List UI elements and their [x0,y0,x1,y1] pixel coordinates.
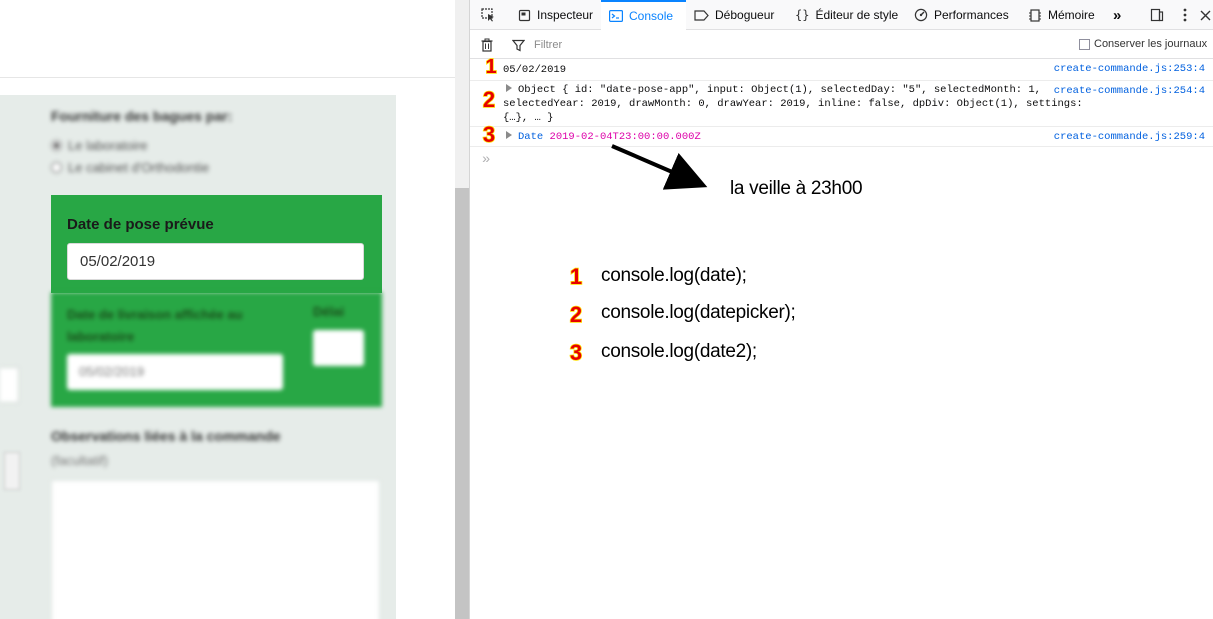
persist-logs-checkbox[interactable] [1079,38,1090,50]
inspector-icon [518,9,531,21]
date-livraison-input[interactable]: 05/02/2019 [67,354,283,390]
observations-subtitle: (facultatif) [51,453,109,468]
log-date-prefix: Date [518,131,544,143]
tab-editeur-style[interactable]: {} Éditeur de style [795,0,898,30]
tab-inspecteur[interactable]: Inspecteur [514,0,597,30]
radio-label: Le laboratoire [68,138,148,153]
screenshot-root: Fourniture des bagues par: Le laboratoir… [0,0,1213,619]
menu-button[interactable] [1176,6,1194,24]
console-filter-bar: Conserver les journaux [470,30,1213,59]
tab-debogueur[interactable]: Débogueur [694,0,774,30]
radio-dot-checked[interactable] [51,140,62,151]
left-spinner[interactable] [4,452,20,490]
tab-label: Éditeur de style [815,8,899,22]
legend-badge-2: 2 [569,301,583,328]
tab-label: Console [629,9,674,23]
persist-logs-label: Conserver les journaux [1094,38,1208,50]
tab-label: Performances [934,8,1009,22]
close-icon [1200,10,1210,20]
filter-toggle-button[interactable] [509,36,527,54]
close-devtools-button[interactable] [1196,6,1213,24]
console-icon [609,10,623,22]
log-source-link[interactable]: create-commande.js:253:4 [1054,62,1205,76]
log-message: 05/02/2019 [503,64,567,76]
annotation-arrow [611,144,708,190]
menu-dots-icon [1183,8,1187,22]
style-editor-icon: {} [795,8,810,22]
dock-options-button[interactable] [1148,6,1166,24]
console-log-row: 05/02/2019 create-commande.js:253:4 [470,59,1213,81]
tab-performances[interactable]: Performances [914,0,1009,30]
tab-memoire[interactable]: Mémoire [1028,0,1095,30]
console-input-prompt[interactable]: » [482,152,490,168]
expand-triangle-icon[interactable] [506,131,512,139]
console-log-row: Date 2019-02-04T23:00:00.000Z create-com… [470,127,1213,147]
expand-triangle-icon[interactable] [506,84,512,92]
page-scrollbar[interactable] [455,0,469,619]
delai-input[interactable] [313,330,364,366]
radio-cabinet[interactable]: Le cabinet d'Orthodontie [51,160,209,175]
annotation-badge-1: 1 [485,55,498,79]
log-object-line-3: {…}, … } [503,112,554,124]
scrollbar-thumb[interactable] [455,188,469,619]
tab-label: Débogueur [715,8,775,22]
fourniture-heading: Fourniture des bagues par: [51,108,233,124]
dock-icon [1150,8,1164,22]
web-page-form: Fourniture des bagues par: Le laboratoir… [0,0,455,619]
log-object-text: Object { id: "date-pose-app", input: Obj… [518,84,1041,96]
annotation-badge-2: 2 [482,86,496,113]
radio-laboratoire[interactable]: Le laboratoire [51,138,148,153]
date-pose-label: Date de pose prévue [67,216,214,233]
persist-logs-toggle[interactable]: Conserver les journaux [1079,38,1207,50]
console-log-row: Object { id: "date-pose-app", input: Obj… [470,81,1213,127]
legend-code-2: console.log(datepicker); [601,302,796,323]
delai-label: Délai [313,304,345,319]
log-source-link[interactable]: create-commande.js:259:4 [1054,130,1205,144]
legend-code-1: console.log(date); [601,265,747,286]
clear-console-button[interactable] [478,36,496,54]
date-pose-panel: Date de pose prévue 05/02/2019 [51,195,382,293]
console-filter-input[interactable] [534,36,1014,54]
more-tabs-button[interactable]: » [1113,0,1121,30]
annotation-note: la veille à 23h00 [730,178,863,199]
tab-console[interactable]: Console [601,0,686,30]
chevrons-right-icon: » [1113,6,1122,24]
memory-icon [1029,8,1041,22]
date-livraison-label: Date de livraison affichée au laboratoir… [67,307,243,344]
tab-label: Mémoire [1048,8,1095,22]
element-picker-icon[interactable] [479,6,497,24]
date-pose-input[interactable]: 05/02/2019 [67,243,364,280]
observations-textarea[interactable] [51,480,380,619]
debugger-icon [694,9,709,21]
observations-heading: Observations liées à la commande [51,428,281,444]
radio-label: Le cabinet d'Orthodontie [68,160,210,175]
radio-dot[interactable] [51,162,62,173]
date-livraison-panel: Date de livraison affichée au laboratoir… [51,292,382,407]
legend-badge-3: 3 [569,339,583,366]
trash-icon [481,38,493,52]
log-source-link[interactable]: create-commande.js:254:4 [1054,84,1205,98]
legend-code-3: console.log(date2); [601,341,757,362]
left-input-edge[interactable] [0,367,19,403]
page-header-area [0,0,455,78]
tab-label: Inspecteur [537,8,594,22]
filter-funnel-icon [511,39,525,51]
devtools-tabbar: Inspecteur Console Débogueur {} Éditeur … [470,0,1213,30]
log-object-line-2: selectedYear: 2019, drawMonth: 0, drawYe… [503,98,1083,110]
annotation-badge-3: 3 [482,121,496,148]
log-object-line-1[interactable]: Object { id: "date-pose-app", input: Obj… [506,83,1041,97]
performance-icon [914,8,928,22]
legend-badge-1: 1 [569,263,583,290]
